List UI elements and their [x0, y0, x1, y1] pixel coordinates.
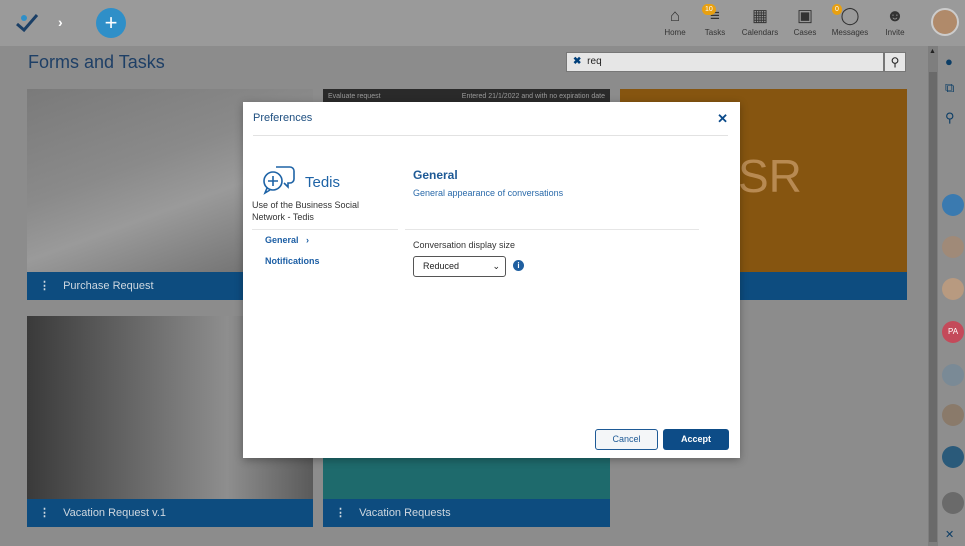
more-options-icon[interactable]: ⋮ [335, 507, 346, 519]
search-value: req [587, 56, 602, 67]
search-icon: ⚲ [890, 55, 900, 69]
main-nav: ⌂ Home 10 ≡ Tasks ▦ Calendars ▣ Cases 0 … [655, 4, 915, 37]
search-input[interactable]: ✖ req [566, 52, 884, 72]
close-icon[interactable]: ✕ [717, 111, 728, 127]
info-icon[interactable]: i [513, 260, 524, 271]
scrollbar[interactable]: ▲ [928, 46, 938, 546]
nav-calendars[interactable]: ▦ Calendars [735, 4, 785, 37]
add-button[interactable]: + [96, 8, 126, 38]
nav-calendars-label: Calendars [741, 28, 779, 37]
scroll-thumb[interactable] [929, 72, 937, 542]
sidebar-search-icon[interactable]: ⚲ [945, 110, 955, 126]
close-sidebar-icon[interactable]: ✕ [945, 528, 954, 541]
chevron-right-icon: › [301, 235, 310, 245]
group-avatar[interactable] [942, 446, 964, 468]
divider [405, 229, 699, 230]
group-avatar[interactable] [942, 194, 964, 216]
nav-messages-label: Messages [831, 28, 869, 37]
right-sidebar: ● ⧉ ⚲ PA ✕ [938, 46, 965, 546]
section-subtitle: General appearance of conversations [413, 188, 564, 198]
nav-invite[interactable]: ☻ Invite [875, 4, 915, 37]
tedis-chat-icon [263, 166, 295, 195]
menu-item-label: Notifications [265, 256, 320, 266]
more-options-icon[interactable]: ⋮ [39, 507, 50, 519]
chat-add-icon[interactable]: ● [945, 54, 953, 69]
nav-tasks-label: Tasks [704, 28, 726, 37]
messages-badge: 0 [832, 4, 842, 15]
user-avatar[interactable] [931, 8, 959, 36]
tasks-badge: 10 [702, 4, 716, 15]
menu-item-general[interactable]: General › [265, 235, 309, 245]
divider [252, 229, 398, 230]
tile-label: Vacation Requests [359, 507, 451, 519]
invite-icon: ☻ [886, 6, 904, 25]
app-logo-icon[interactable] [14, 10, 40, 36]
nav-cases-label: Cases [793, 28, 817, 37]
contact-avatar[interactable] [942, 492, 964, 514]
external-link-icon[interactable]: ⧉ [945, 80, 954, 96]
nav-tasks[interactable]: 10 ≡ Tasks [695, 4, 735, 37]
briefcase-icon: ▣ [796, 6, 814, 25]
menu-item-notifications[interactable]: Notifications [265, 256, 320, 266]
calendar-icon: ▦ [751, 6, 769, 25]
scroll-up-icon[interactable]: ▲ [929, 48, 936, 55]
chevron-down-icon: ⌄ [492, 261, 500, 271]
app-name: Tedis [305, 174, 341, 191]
tile-label: Purchase Request [63, 280, 154, 292]
app-description: Use of the Business Social Network - Ted… [252, 200, 360, 222]
nav-invite-label: Invite [885, 28, 905, 37]
select-value: Reduced [423, 261, 460, 271]
field-label: Conversation display size [413, 240, 516, 250]
clear-search-icon[interactable]: ✖ [573, 56, 581, 67]
messages-icon: ◯ [840, 6, 860, 25]
search-button[interactable]: ⚲ [884, 52, 906, 72]
tile-footer: ⋮ Vacation Requests [323, 499, 610, 527]
contact-avatar[interactable] [942, 364, 964, 386]
nav-messages[interactable]: 0 ◯ Messages [825, 4, 875, 37]
cancel-button[interactable]: Cancel [595, 429, 658, 450]
page-title: Forms and Tasks [28, 52, 165, 72]
menu-item-label: General [265, 235, 299, 245]
contact-avatar[interactable] [942, 278, 964, 300]
nav-home-label: Home [664, 28, 686, 37]
home-icon: ⌂ [669, 6, 681, 25]
expand-chevron-icon[interactable]: › [58, 14, 63, 30]
contact-avatar[interactable] [942, 236, 964, 258]
more-options-icon[interactable]: ⋮ [39, 280, 50, 292]
divider [253, 135, 728, 136]
contact-avatar-initials[interactable]: PA [942, 321, 964, 343]
preferences-modal: Preferences ✕ Tedis Use of the Business … [243, 102, 740, 458]
display-size-select[interactable]: Reduced ⌄ [413, 256, 506, 277]
contact-avatar[interactable] [942, 404, 964, 426]
nav-home[interactable]: ⌂ Home [655, 4, 695, 37]
top-bar: › + ⌂ Home 10 ≡ Tasks ▦ Calendars ▣ Case… [0, 0, 965, 46]
accept-button[interactable]: Accept [663, 429, 729, 450]
tile-big-text: SR [738, 150, 802, 202]
nav-cases[interactable]: ▣ Cases [785, 4, 825, 37]
tile-footer: ⋮ Vacation Request v.1 [27, 499, 313, 527]
section-title: General [413, 168, 458, 182]
modal-title: Preferences [253, 112, 313, 124]
tile-label: Vacation Request v.1 [63, 507, 166, 519]
